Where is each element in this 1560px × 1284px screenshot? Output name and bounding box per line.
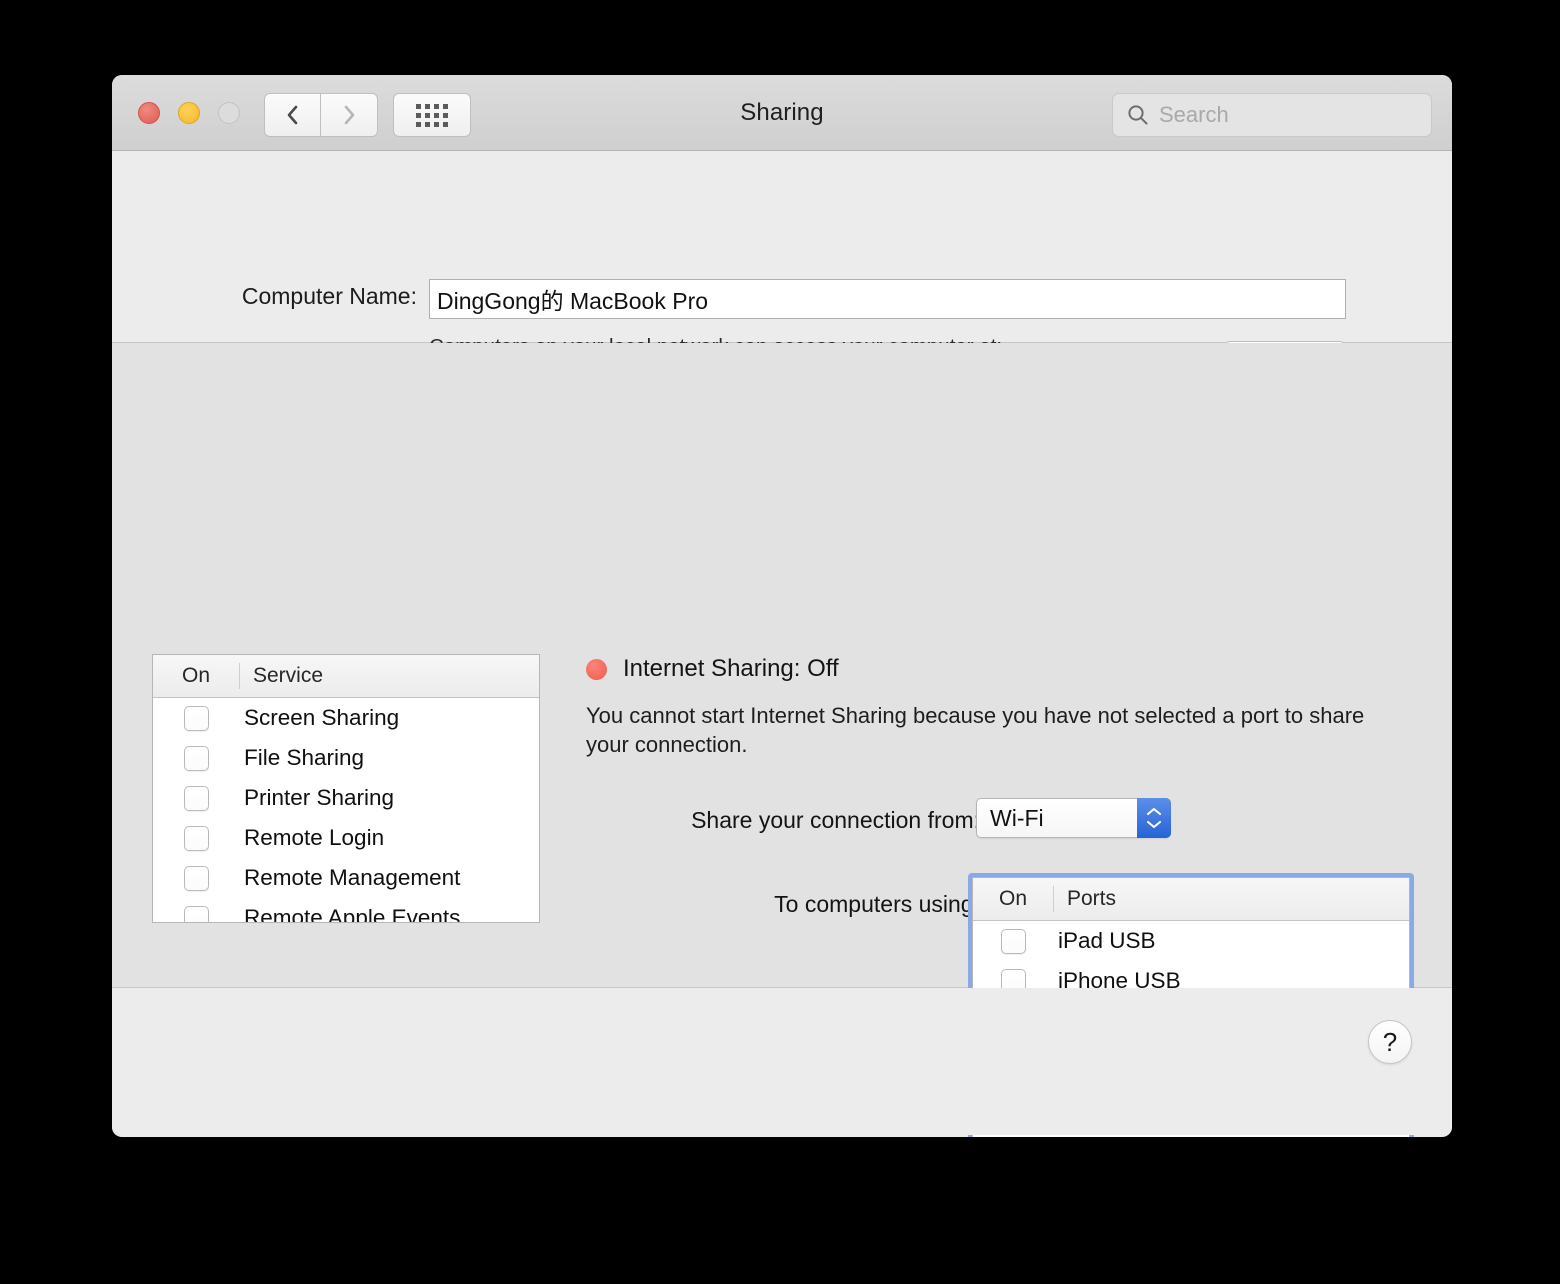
system-preferences-window: Sharing Search Computer Name: DingGong的 … xyxy=(112,75,1452,1137)
share-from-popup-button[interactable]: Wi-Fi xyxy=(976,798,1171,838)
checkbox-icon[interactable] xyxy=(184,786,209,811)
row-label: Remote Management xyxy=(239,865,460,891)
internet-sharing-status: Internet Sharing: Off xyxy=(586,655,839,683)
checkbox-icon[interactable] xyxy=(1001,929,1026,954)
help-button[interactable]: ? xyxy=(1368,1020,1412,1064)
row-checkbox-cell xyxy=(153,706,239,731)
table-row[interactable]: File Sharing xyxy=(153,738,539,778)
table-row[interactable]: Remote Management xyxy=(153,858,539,898)
row-checkbox-cell xyxy=(153,826,239,851)
row-checkbox-cell xyxy=(153,866,239,891)
services-table-header: On Service xyxy=(153,655,539,698)
chevron-down-icon xyxy=(1146,820,1162,829)
checkbox-icon[interactable] xyxy=(184,746,209,771)
window-titlebar: Sharing Search xyxy=(112,75,1452,151)
status-title: Internet Sharing: Off xyxy=(623,655,839,683)
row-checkbox-cell xyxy=(153,786,239,811)
computer-name-section: Computer Name: DingGong的 MacBook Pro Com… xyxy=(112,151,1452,343)
checkbox-icon[interactable] xyxy=(184,826,209,851)
popup-stepper-icon xyxy=(1137,798,1171,838)
share-from-value: Wi-Fi xyxy=(977,805,1044,832)
to-computers-label: To computers using: xyxy=(532,891,980,918)
ports-col-ports: Ports xyxy=(1054,887,1116,911)
checkbox-icon[interactable] xyxy=(184,906,209,924)
row-label: Screen Sharing xyxy=(239,705,399,731)
search-field[interactable]: Search xyxy=(1112,93,1432,137)
table-row[interactable]: Remote Login xyxy=(153,818,539,858)
ports-col-on: On xyxy=(973,886,1054,912)
table-row[interactable]: Screen Sharing xyxy=(153,698,539,738)
share-from-label: Share your connection from: xyxy=(532,807,980,834)
sharing-body: On Service Screen Sharing File Sharing Pri… xyxy=(112,343,1452,988)
row-label: Remote Apple Events xyxy=(239,905,460,923)
chevron-up-icon xyxy=(1146,807,1162,816)
computer-name-input[interactable]: DingGong的 MacBook Pro xyxy=(429,279,1346,319)
screen: Sharing Search Computer Name: DingGong的 … xyxy=(0,0,1560,1284)
checkbox-icon[interactable] xyxy=(184,706,209,731)
row-label: iPad USB xyxy=(1053,928,1156,954)
status-indicator-icon xyxy=(586,659,607,680)
row-label: Printer Sharing xyxy=(239,785,394,811)
table-row[interactable]: iPad USB xyxy=(973,921,1409,961)
ports-table-header: On Ports xyxy=(973,878,1409,921)
computer-name-label: Computer Name: xyxy=(207,283,417,310)
row-checkbox-cell xyxy=(153,746,239,771)
search-icon xyxy=(1127,104,1149,126)
window-footer: ? xyxy=(112,988,1452,1135)
table-row[interactable]: Remote Apple Events xyxy=(153,898,539,923)
search-placeholder: Search xyxy=(1159,102,1229,128)
services-col-service: Service xyxy=(240,664,323,688)
checkbox-icon[interactable] xyxy=(184,866,209,891)
status-description: You cannot start Internet Sharing becaus… xyxy=(586,701,1386,759)
row-label: Remote Login xyxy=(239,825,384,851)
services-col-on: On xyxy=(153,663,240,689)
services-row-list: Screen Sharing File Sharing Printer Sharin… xyxy=(153,698,539,923)
services-table[interactable]: On Service Screen Sharing File Sharing Pri… xyxy=(152,654,540,923)
row-label: File Sharing xyxy=(239,745,364,771)
row-checkbox-cell xyxy=(973,929,1053,954)
table-row[interactable]: Printer Sharing xyxy=(153,778,539,818)
row-checkbox-cell xyxy=(153,906,239,924)
